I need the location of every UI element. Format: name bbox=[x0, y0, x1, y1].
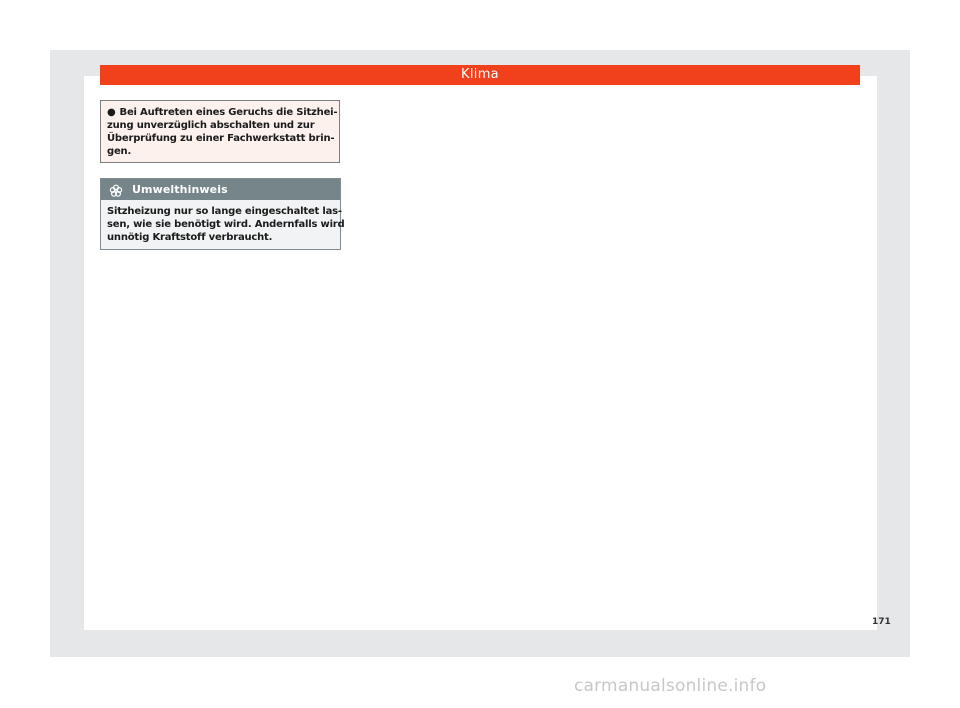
page-number: 171 bbox=[872, 617, 891, 627]
warning-text-2: zung unverzüglich abschalten und zur bbox=[107, 120, 315, 131]
environment-text-1: Sitzheizung nur so lange eingeschaltet l… bbox=[107, 206, 342, 217]
environment-note-header: Umwelthinweis bbox=[101, 179, 340, 200]
warning-text-4: gen. bbox=[107, 146, 132, 157]
environment-text-3: unnötig Kraftstoff verbraucht. bbox=[107, 232, 273, 243]
bullet-icon: ● bbox=[107, 107, 116, 118]
environment-note-box: Umwelthinweis Sitzheizung nur so lange e… bbox=[100, 178, 345, 250]
section-header: Klima bbox=[100, 65, 860, 85]
environment-text-2: sen, wie sie benötigt wird. Andernfalls … bbox=[107, 219, 345, 230]
flower-icon bbox=[109, 183, 123, 197]
environment-note-title: Umwelthinweis bbox=[132, 183, 228, 196]
warning-text-1: Bei Auftreten eines Geruchs die Sitzhei- bbox=[119, 107, 338, 118]
warning-line: ● Bei Auftreten eines Geruchs die Sitzhei… bbox=[107, 106, 338, 119]
watermark: carmanualsonline.info bbox=[574, 676, 767, 696]
warning-box: ● Bei Auftreten eines Geruchs die Sitzhei… bbox=[100, 100, 340, 163]
warning-text-3: Überprüfung zu einer Fachwerkstatt brin- bbox=[107, 133, 335, 144]
environment-note-body: Sitzheizung nur so lange eingeschaltet l… bbox=[101, 200, 345, 244]
section-title: Klima bbox=[461, 67, 499, 82]
